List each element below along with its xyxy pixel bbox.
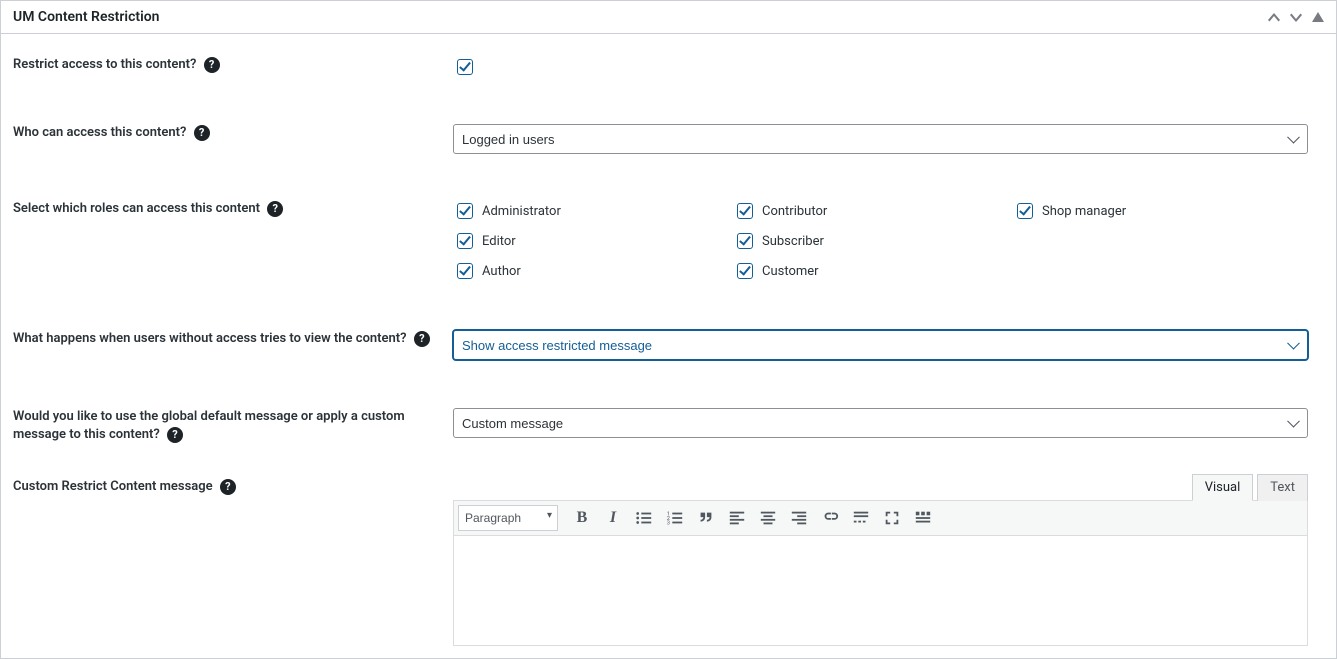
- message-type-select[interactable]: Custom message: [453, 408, 1308, 438]
- role-label: Author: [482, 264, 521, 279]
- read-more-button[interactable]: [846, 504, 876, 532]
- panel-handle-actions: [1268, 12, 1336, 22]
- help-icon[interactable]: ?: [267, 201, 283, 217]
- align-right-button[interactable]: [784, 504, 814, 532]
- bold-button[interactable]: B: [567, 504, 597, 532]
- italic-button[interactable]: I: [598, 504, 628, 532]
- role-item: Subscriber: [733, 230, 1013, 252]
- role-checkbox[interactable]: [457, 263, 473, 279]
- role-checkbox[interactable]: [737, 203, 753, 219]
- role-item: Customer: [733, 260, 1013, 282]
- role-label: Customer: [762, 264, 819, 279]
- role-label: Administrator: [482, 204, 561, 219]
- no-access-action-select[interactable]: Show access restricted message: [453, 330, 1308, 360]
- role-item: [1013, 230, 1293, 252]
- label-no-access-action: What happens when users without access t…: [13, 330, 453, 360]
- tab-visual[interactable]: Visual: [1192, 474, 1254, 501]
- label-roles: Select which roles can access this conte…: [13, 200, 453, 282]
- message-type-select-wrap: Custom message: [453, 408, 1308, 438]
- role-checkbox[interactable]: [457, 233, 473, 249]
- toolbar-toggle-button[interactable]: [908, 504, 938, 532]
- roles-grid: Administrator Contributor Shop manager Edit…: [453, 200, 1308, 282]
- link-button[interactable]: [815, 504, 845, 532]
- editor-content-area[interactable]: [453, 536, 1308, 646]
- tab-text[interactable]: Text: [1257, 474, 1308, 501]
- help-icon[interactable]: ?: [220, 479, 236, 495]
- role-label: Subscriber: [762, 234, 824, 249]
- move-up-icon[interactable]: [1268, 13, 1280, 22]
- label-who-can-access: Who can access this content? ?: [13, 124, 453, 154]
- um-content-restriction-panel: UM Content Restriction Restrict access t…: [0, 0, 1337, 659]
- help-icon[interactable]: ?: [194, 125, 210, 141]
- role-item: [1013, 260, 1293, 282]
- format-select[interactable]: Paragraph: [458, 505, 558, 531]
- role-checkbox[interactable]: [1017, 203, 1033, 219]
- role-item: Administrator: [453, 200, 733, 222]
- toggle-panel-icon[interactable]: [1312, 12, 1324, 22]
- role-item: Editor: [453, 230, 733, 252]
- role-item: Contributor: [733, 200, 1013, 222]
- who-can-access-select[interactable]: Logged in users: [453, 124, 1308, 154]
- field-custom-message: Custom Restrict Content message ? Visual…: [13, 444, 1324, 646]
- help-icon[interactable]: ?: [204, 57, 220, 73]
- tinymce-editor: Visual Text Paragraph B I: [453, 474, 1308, 646]
- align-center-button[interactable]: [753, 504, 783, 532]
- numbered-list-button[interactable]: 123: [660, 504, 690, 532]
- label-custom-message: Custom Restrict Content message ?: [13, 472, 453, 646]
- help-icon[interactable]: ?: [167, 427, 183, 443]
- role-label: Editor: [482, 234, 516, 249]
- svg-text:3: 3: [667, 521, 670, 527]
- who-can-access-select-wrap: Logged in users: [453, 124, 1308, 154]
- bulleted-list-button[interactable]: [629, 504, 659, 532]
- panel-body: Restrict access to this content? ? Who c…: [1, 34, 1336, 658]
- panel-title: UM Content Restriction: [1, 1, 171, 33]
- label-message-type: Would you like to use the global default…: [13, 408, 453, 444]
- role-label: Shop manager: [1042, 204, 1126, 219]
- role-checkbox[interactable]: [457, 203, 473, 219]
- field-who-can-access: Who can access this content? ? Logged in…: [13, 78, 1324, 154]
- label-restrict-access: Restrict access to this content? ?: [13, 56, 453, 78]
- role-label: Contributor: [762, 204, 827, 219]
- role-checkbox[interactable]: [737, 263, 753, 279]
- role-checkbox[interactable]: [737, 233, 753, 249]
- role-item: Shop manager: [1013, 200, 1293, 222]
- panel-header: UM Content Restriction: [1, 1, 1336, 34]
- role-item: Author: [453, 260, 733, 282]
- blockquote-button[interactable]: [691, 504, 721, 532]
- field-roles: Select which roles can access this conte…: [13, 154, 1324, 282]
- no-access-action-select-wrap: Show access restricted message: [453, 330, 1308, 360]
- help-icon[interactable]: ?: [414, 331, 430, 347]
- field-message-type: Would you like to use the global default…: [13, 360, 1324, 444]
- restrict-access-checkbox[interactable]: [457, 59, 473, 75]
- editor-toolbar: Paragraph B I 123: [453, 500, 1308, 536]
- align-left-button[interactable]: [722, 504, 752, 532]
- editor-tabs: Visual Text: [453, 474, 1308, 501]
- move-down-icon[interactable]: [1290, 13, 1302, 22]
- field-no-access-action: What happens when users without access t…: [13, 282, 1324, 360]
- fullscreen-button[interactable]: [877, 504, 907, 532]
- field-restrict-access: Restrict access to this content? ?: [13, 34, 1324, 78]
- format-select-wrap: Paragraph: [458, 505, 558, 531]
